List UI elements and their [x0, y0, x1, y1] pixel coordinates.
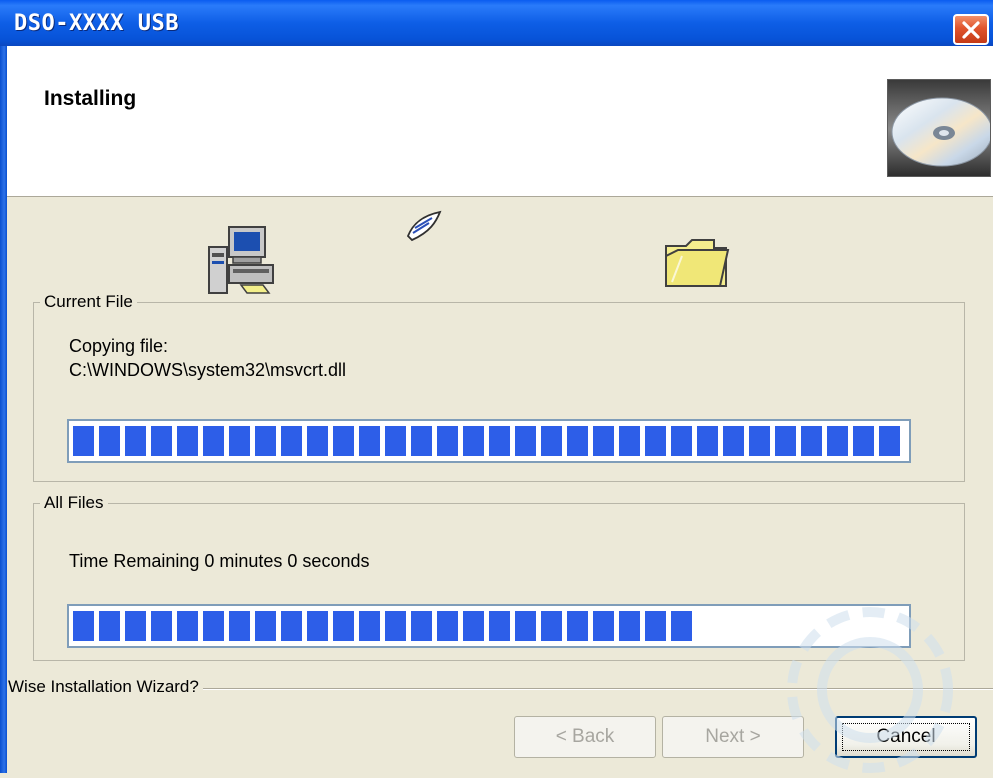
current-file-progress-fill [73, 426, 905, 456]
cd-icon [887, 79, 991, 177]
time-remaining-label: Time Remaining 0 minutes 0 seconds [69, 551, 370, 571]
current-file-progress-bar [67, 419, 911, 463]
paper-icon [402, 208, 444, 249]
close-icon [962, 20, 980, 39]
window-title: DSO-XXXX USB [14, 11, 179, 36]
all-files-progress-fill [73, 611, 697, 641]
all-files-legend: All Files [40, 490, 108, 516]
brand-label: Wise Installation Wizard? [8, 677, 203, 697]
copying-file-label: Copying file: [69, 336, 169, 356]
folder-icon [664, 236, 730, 295]
back-button[interactable]: < Back [514, 716, 656, 758]
header-panel: Installing [7, 46, 993, 197]
page-title: Installing [44, 87, 137, 110]
title-bar[interactable]: DSO-XXXX USB [0, 0, 993, 46]
current-file-legend: Current File [40, 289, 137, 315]
close-button[interactable] [953, 14, 989, 45]
copying-file-path: C:\WINDOWS\system32\msvcrt.dll [69, 360, 347, 380]
computer-icon [203, 223, 283, 300]
watermark-gear-icon [720, 560, 993, 778]
window-frame-left [0, 46, 7, 773]
